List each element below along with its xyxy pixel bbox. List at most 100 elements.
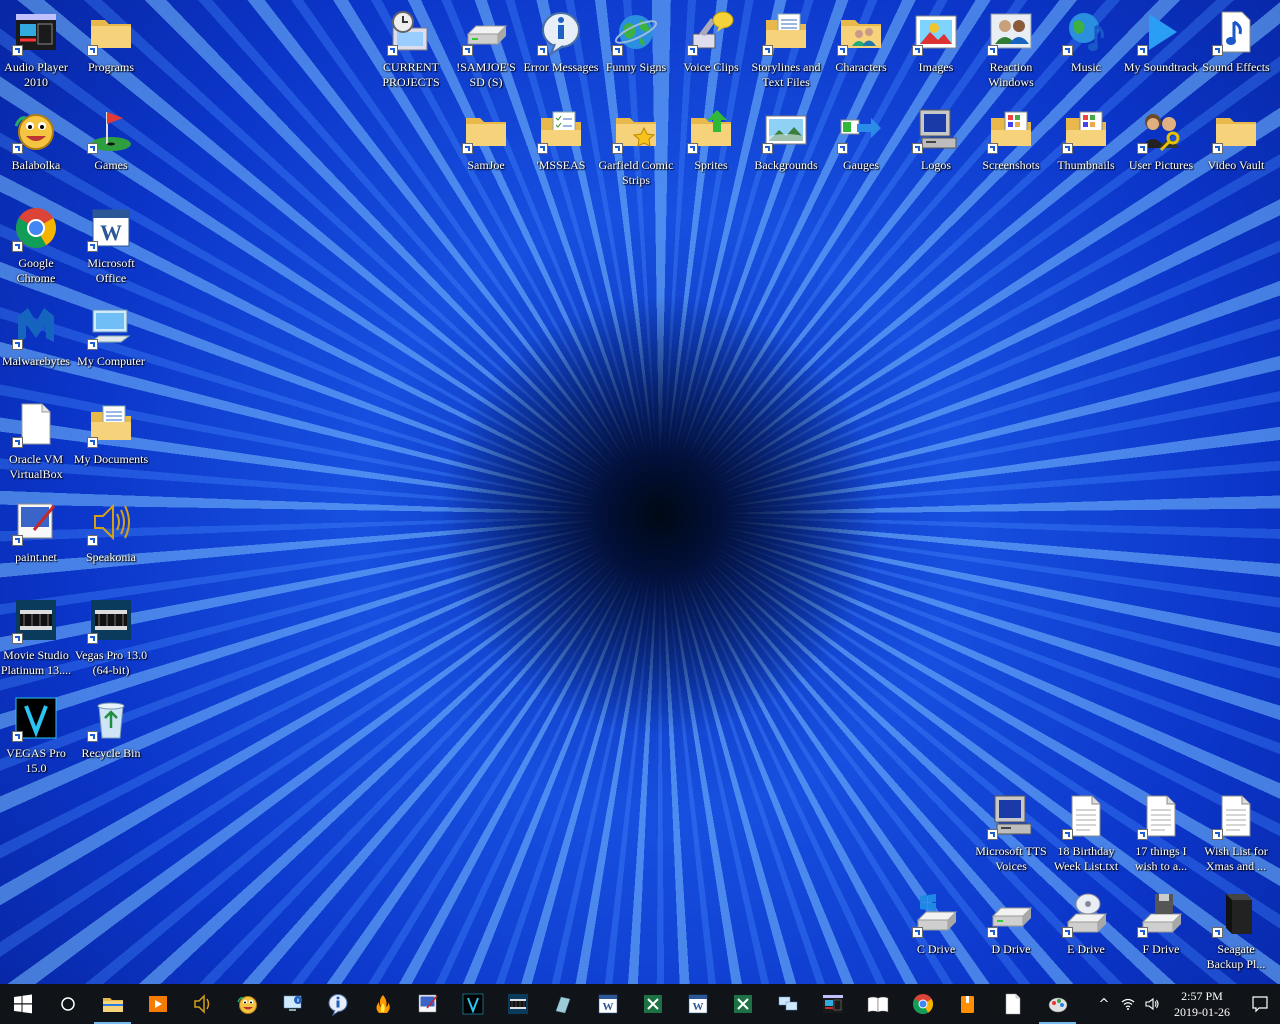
- desktop-icon-top1-10[interactable]: My Soundtrack: [1123, 2, 1199, 98]
- desktop-icon-files-1[interactable]: 18 Birthday Week List.txt: [1048, 786, 1124, 882]
- desktop-icon-left-9[interactable]: My Documents: [73, 394, 149, 490]
- desktop-icon-label: Seagate Backup Pl...: [1206, 942, 1266, 971]
- desktop-icon-files-2[interactable]: 17 things I wish to a...: [1123, 786, 1199, 882]
- desktop-icon-top2-0[interactable]: SamJoe: [448, 100, 524, 196]
- desktop-icon-left-14[interactable]: VEGAS Pro 15.0: [0, 688, 74, 784]
- desktop-icon-left-2[interactable]: Balabolka: [0, 100, 74, 196]
- desktop-icon-label: Garfield Comic Strips: [598, 158, 674, 187]
- desktop-icon-left-12[interactable]: Movie Studio Platinum 13....: [0, 590, 74, 686]
- desktop-icon-top1-9[interactable]: Music: [1048, 2, 1124, 98]
- desktop-icon-left-0[interactable]: Audio Player 2010: [0, 2, 74, 98]
- desktop-icon-left-10[interactable]: paint.net: [0, 492, 74, 588]
- desktop-icon-top1-5[interactable]: Storylines and Text Files: [748, 2, 824, 98]
- desktop-icon-left-4[interactable]: Google Chrome: [0, 198, 74, 294]
- clock-time: 2:57 PM: [1181, 989, 1223, 1003]
- icon-glyph: [912, 106, 960, 154]
- info-icon: [328, 994, 347, 1016]
- desktop-icon-left-7[interactable]: My Computer: [73, 296, 149, 392]
- audio-player-icon: [822, 995, 843, 1013]
- taskbar-app-info[interactable]: [315, 984, 360, 1024]
- desktop-icon-left-1[interactable]: Programs: [73, 2, 149, 98]
- desktop-icon-top2-3[interactable]: Sprites: [673, 100, 749, 196]
- desktop[interactable]: Audio Player 2010 Programs Balabolka Games G…: [0, 0, 1280, 984]
- desktop-icon-left-11[interactable]: Speakonia: [73, 492, 149, 588]
- desktop-icon-drive-4[interactable]: Seagate Backup Pl...: [1198, 884, 1274, 980]
- desktop-icon-label: Wish List for Xmas and ...: [1204, 844, 1268, 873]
- desktop-icon-top1-1[interactable]: !SAMJOE'S SD (S): [448, 2, 524, 98]
- desktop-icon-drive-3[interactable]: F Drive: [1123, 884, 1199, 980]
- film-icon: [507, 994, 528, 1014]
- desktop-icon-top2-6[interactable]: Logos: [898, 100, 974, 196]
- desktop-icon-label: Movie Studio Platinum 13....: [0, 648, 72, 677]
- desktop-icon-top1-6[interactable]: Characters: [823, 2, 899, 98]
- icon-glyph: [537, 106, 585, 154]
- taskbar-app-paint[interactable]: [1035, 984, 1080, 1024]
- desktop-icon-top1-3[interactable]: Funny Signs: [598, 2, 674, 98]
- desktop-icon-left-3[interactable]: Games: [73, 100, 149, 196]
- desktop-icon-drive-0[interactable]: C Drive: [898, 884, 974, 980]
- taskbar-app-chrome[interactable]: [900, 984, 945, 1024]
- desktop-icon-drive-1[interactable]: D Drive: [973, 884, 1049, 980]
- taskbar-app-speakonia[interactable]: [180, 984, 225, 1024]
- icon-glyph: [12, 694, 60, 742]
- desktop-icon-top2-5[interactable]: Gauges: [823, 100, 899, 196]
- volume-icon[interactable]: [1140, 984, 1164, 1024]
- desktop-icon-top2-8[interactable]: Thumbnails: [1048, 100, 1124, 196]
- desktop-icon-top2-10[interactable]: Video Vault: [1198, 100, 1274, 196]
- windows-start-icon: [13, 994, 32, 1014]
- taskbar-app-word[interactable]: W: [585, 984, 630, 1024]
- icon-glyph: [1212, 8, 1260, 56]
- desktop-icon-top1-11[interactable]: Sound Effects: [1198, 2, 1274, 98]
- desktop-icon-files-0[interactable]: Microsoft TTS Voices: [973, 786, 1049, 882]
- action-center-button[interactable]: [1240, 984, 1280, 1024]
- desktop-icon-top2-1[interactable]: 'MSSEAS: [523, 100, 599, 196]
- desktop-icon-top1-7[interactable]: Images: [898, 2, 974, 98]
- desktop-icon-files-3[interactable]: Wish List for Xmas and ...: [1198, 786, 1274, 882]
- desktop-icon-label: Malwarebytes: [2, 354, 70, 368]
- desktop-icon-drive-2[interactable]: E Drive: [1048, 884, 1124, 980]
- taskbar-app-audio-player[interactable]: [810, 984, 855, 1024]
- taskbar-app-paintnet[interactable]: [405, 984, 450, 1024]
- icon-glyph: [912, 8, 960, 56]
- taskbar-app-blank-file[interactable]: [990, 984, 1035, 1024]
- desktop-icon-left-8[interactable]: Oracle VM VirtualBox: [0, 394, 74, 490]
- taskbar-app-excel[interactable]: [630, 984, 675, 1024]
- shortcut-arrow-icon: [462, 143, 473, 154]
- desktop-icon-top1-2[interactable]: Error Messages: [523, 2, 599, 98]
- taskbar-app-film[interactable]: [495, 984, 540, 1024]
- shortcut-arrow-icon: [1212, 143, 1223, 154]
- desktop-icon-top2-2[interactable]: Garfield Comic Strips: [598, 100, 674, 196]
- desktop-icon-top1-4[interactable]: Voice Clips: [673, 2, 749, 98]
- paint-icon: [1048, 997, 1067, 1013]
- shortcut-arrow-icon: [1137, 143, 1148, 154]
- taskbar-app-glass[interactable]: [540, 984, 585, 1024]
- desktop-icon-top1-8[interactable]: Reaction Windows: [973, 2, 1049, 98]
- taskbar-app-balabolka[interactable]: [225, 984, 270, 1024]
- taskbar-app-vegas[interactable]: [450, 984, 495, 1024]
- desktop-icon-left-13[interactable]: Vegas Pro 13.0 (64-bit): [73, 590, 149, 686]
- desktop-icon-top2-9[interactable]: User Pictures: [1123, 100, 1199, 196]
- tray-up-icon[interactable]: ^: [1092, 984, 1116, 1024]
- taskbar-app-package[interactable]: [945, 984, 990, 1024]
- desktop-icon-top2-7[interactable]: Screenshots: [973, 100, 1049, 196]
- taskbar-app-file-explorer[interactable]: [90, 984, 135, 1024]
- desktop-icon-left-6[interactable]: Malwarebytes: [0, 296, 74, 392]
- clock[interactable]: 2:57 PM 2019-01-26: [1164, 988, 1240, 1020]
- taskbar-app-book[interactable]: [855, 984, 900, 1024]
- desktop-icon-top2-4[interactable]: Backgrounds: [748, 100, 824, 196]
- taskbar-app-fire[interactable]: [360, 984, 405, 1024]
- taskbar-app-excel[interactable]: [720, 984, 765, 1024]
- taskbar-app-network[interactable]: [765, 984, 810, 1024]
- taskbar-app-word[interactable]: W: [675, 984, 720, 1024]
- desktop-icon-top1-0[interactable]: CURRENT PROJECTS: [373, 2, 449, 98]
- start-button[interactable]: [0, 984, 45, 1024]
- wifi-icon[interactable]: [1116, 984, 1140, 1024]
- icon-glyph: [1137, 8, 1185, 56]
- desktop-icon-left-15[interactable]: Recycle Bin: [73, 688, 149, 784]
- taskbar-app-media-player[interactable]: [135, 984, 180, 1024]
- taskbar-app-computer-info[interactable]: [270, 984, 315, 1024]
- desktop-icon-label: Video Vault: [1207, 158, 1265, 172]
- taskbar-app-search-circle[interactable]: [45, 984, 90, 1024]
- desktop-icon-left-5[interactable]: W Microsoft Office: [73, 198, 149, 294]
- icon-glyph: [987, 890, 1035, 938]
